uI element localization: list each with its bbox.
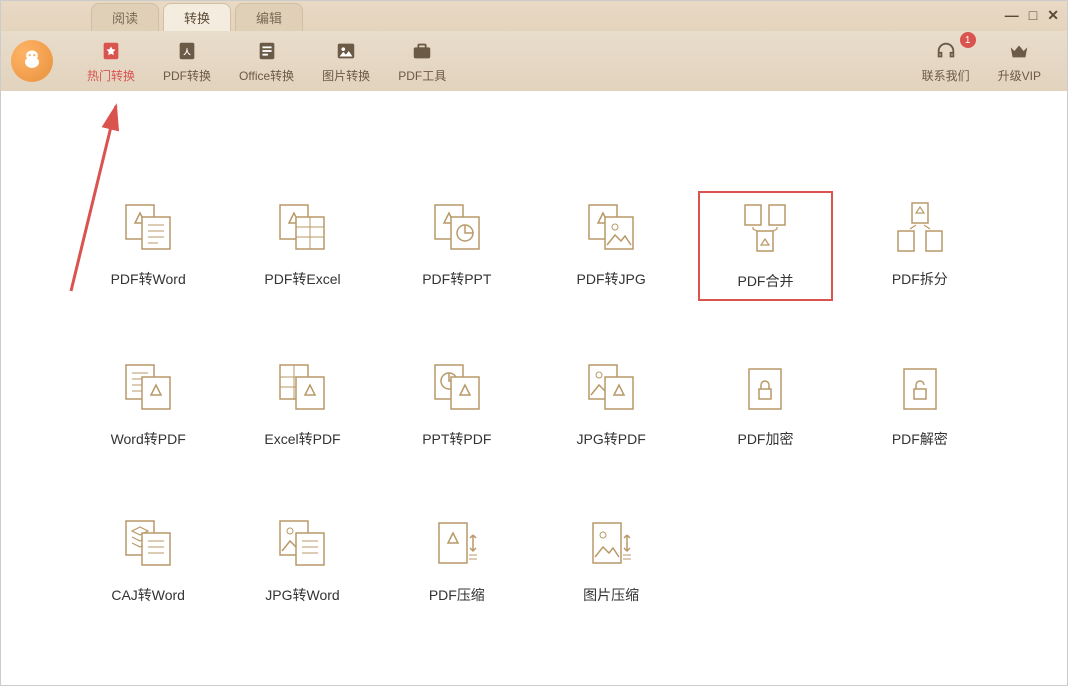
main-tabs: 阅读 转换 编辑 — [91, 3, 307, 31]
maximize-button[interactable]: □ — [1029, 7, 1037, 24]
window-controls: — □ ✕ — [1005, 7, 1059, 24]
tool-label: JPG转Word — [265, 585, 339, 605]
tool-label: PDF转JPG — [577, 269, 646, 289]
tool-label: PDF转PPT — [422, 269, 491, 289]
toolbar-hot-convert[interactable]: 热门转换 — [73, 34, 149, 88]
tool-label: PDF合并 — [737, 271, 793, 291]
caj-word-icon — [120, 515, 176, 571]
unlock-icon — [892, 359, 948, 415]
tool-word-to-pdf[interactable]: Word转PDF — [81, 351, 215, 457]
toolbar-right: 1 联系我们 升级VIP — [908, 34, 1055, 88]
tab-convert[interactable]: 转换 — [163, 3, 231, 31]
tool-label: PDF压缩 — [429, 585, 485, 605]
tool-pdf-to-ppt[interactable]: PDF转PPT — [390, 191, 524, 301]
tools-grid: PDF转Word PDF转Excel PDF转PPT PDF转JPG — [81, 191, 987, 613]
tool-label: Word转PDF — [111, 429, 186, 449]
tool-label: PDF加密 — [737, 429, 793, 449]
pdf-icon: 人 — [174, 38, 200, 64]
tab-edit[interactable]: 编辑 — [235, 3, 303, 31]
tool-label: PPT转PDF — [422, 429, 491, 449]
ppt-pdf-icon — [429, 359, 485, 415]
toolbar-label: PDF转换 — [163, 67, 211, 84]
toolbox-icon — [409, 38, 435, 64]
pdf-excel-icon — [274, 199, 330, 255]
headset-icon — [933, 38, 959, 64]
pdf-jpg-icon — [583, 199, 639, 255]
tool-label: PDF解密 — [892, 429, 948, 449]
app-logo[interactable] — [11, 40, 53, 82]
office-icon — [254, 38, 280, 64]
titlebar: 阅读 转换 编辑 — □ ✕ — [1, 1, 1067, 31]
tool-ppt-to-pdf[interactable]: PPT转PDF — [390, 351, 524, 457]
content-area: PDF转Word PDF转Excel PDF转PPT PDF转JPG — [1, 91, 1067, 685]
tool-jpg-to-pdf[interactable]: JPG转PDF — [544, 351, 678, 457]
pdf-word-icon — [120, 199, 176, 255]
tool-caj-to-word[interactable]: CAJ转Word — [81, 507, 215, 613]
toolbar-vip[interactable]: 升级VIP — [984, 34, 1055, 88]
svg-text:人: 人 — [183, 48, 191, 57]
jpg-word-icon — [274, 515, 330, 571]
toolbar-label: 联系我们 — [922, 67, 970, 84]
excel-pdf-icon — [274, 359, 330, 415]
tool-pdf-to-excel[interactable]: PDF转Excel — [235, 191, 369, 301]
tool-pdf-to-jpg[interactable]: PDF转JPG — [544, 191, 678, 301]
tool-label: JPG转PDF — [577, 429, 646, 449]
tool-excel-to-pdf[interactable]: Excel转PDF — [235, 351, 369, 457]
star-icon — [98, 38, 124, 64]
tool-image-compress[interactable]: 图片压缩 — [544, 507, 678, 613]
tool-pdf-split[interactable]: PDF拆分 — [853, 191, 987, 301]
tool-pdf-to-word[interactable]: PDF转Word — [81, 191, 215, 301]
close-button[interactable]: ✕ — [1047, 7, 1059, 24]
toolbar-label: 升级VIP — [998, 67, 1041, 84]
tool-pdf-compress[interactable]: PDF压缩 — [390, 507, 524, 613]
toolbar-label: PDF工具 — [398, 67, 446, 84]
notification-badge: 1 — [960, 32, 976, 48]
tool-jpg-to-word[interactable]: JPG转Word — [235, 507, 369, 613]
image-compress-icon — [583, 515, 639, 571]
tool-pdf-encrypt[interactable]: PDF加密 — [698, 351, 832, 457]
tool-label: PDF转Word — [111, 269, 186, 289]
lock-icon — [737, 359, 793, 415]
tool-label: PDF转Excel — [264, 269, 340, 289]
pdf-merge-icon — [737, 201, 793, 257]
toolbar-pdf-convert[interactable]: 人 PDF转换 — [149, 34, 225, 88]
toolbar-label: 热门转换 — [87, 67, 135, 84]
tool-label: Excel转PDF — [264, 429, 340, 449]
toolbar-pdf-tools[interactable]: PDF工具 — [384, 34, 460, 88]
tool-label: CAJ转Word — [111, 585, 185, 605]
pdf-compress-icon — [429, 515, 485, 571]
toolbar: 热门转换 人 PDF转换 Office转换 图片转换 PDF工具 — [1, 31, 1067, 91]
toolbar-label: 图片转换 — [322, 67, 370, 84]
tool-label: PDF拆分 — [892, 269, 948, 289]
tab-read[interactable]: 阅读 — [91, 3, 159, 31]
pdf-ppt-icon — [429, 199, 485, 255]
word-pdf-icon — [120, 359, 176, 415]
toolbar-office-convert[interactable]: Office转换 — [225, 34, 308, 88]
toolbar-label: Office转换 — [239, 67, 294, 84]
toolbar-contact[interactable]: 1 联系我们 — [908, 34, 984, 88]
minimize-button[interactable]: — — [1005, 7, 1019, 24]
toolbar-image-convert[interactable]: 图片转换 — [308, 34, 384, 88]
jpg-pdf-icon — [583, 359, 639, 415]
tool-pdf-decrypt[interactable]: PDF解密 — [853, 351, 987, 457]
pdf-split-icon — [892, 199, 948, 255]
tool-label: 图片压缩 — [583, 585, 639, 605]
crown-icon — [1006, 38, 1032, 64]
tool-pdf-merge[interactable]: PDF合并 — [698, 191, 832, 301]
image-icon — [333, 38, 359, 64]
app-window: 阅读 转换 编辑 — □ ✕ 热门转换 人 PDF转换 — [0, 0, 1068, 686]
